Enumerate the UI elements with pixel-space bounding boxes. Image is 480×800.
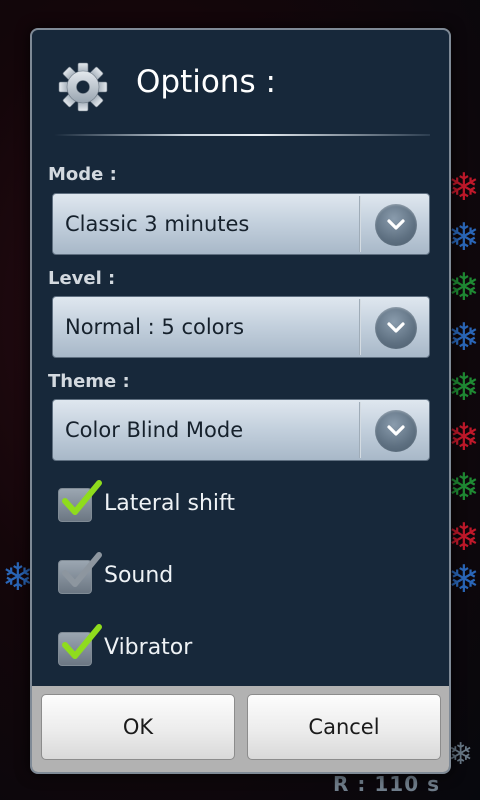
snowflake-icon: ❄ [448, 315, 480, 359]
checkmark-icon [62, 624, 102, 659]
level-dropdown[interactable]: Normal : 5 colors [52, 296, 430, 358]
theme-selected-value: Color Blind Mode [65, 418, 244, 442]
vibrator-option[interactable]: Vibrator [58, 624, 358, 670]
snowflake-icon: ❄ [448, 265, 480, 309]
dialog-header: Options : [32, 30, 449, 136]
sound-checkbox[interactable] [58, 552, 102, 594]
dropdown-separator [359, 196, 361, 252]
snowflake-icon: ❄ [448, 215, 480, 259]
mode-label: Mode : [48, 164, 117, 185]
header-divider [54, 134, 430, 136]
theme-dropdown[interactable]: Color Blind Mode [52, 399, 430, 461]
snowflake-icon: ❄ [448, 165, 480, 209]
checkmark-icon [62, 552, 102, 587]
checkmark-icon [62, 480, 102, 515]
options-dialog: Options : Mode : Classic 3 minutes Level… [30, 28, 451, 774]
cancel-button[interactable]: Cancel [247, 694, 441, 760]
snowflake-icon: ❄ [448, 557, 480, 601]
snowflake-icon: ❄ [448, 515, 480, 559]
vibrator-checkbox[interactable] [58, 624, 102, 666]
snowflake-icon: ❄ [448, 415, 480, 459]
lateral-shift-label: Lateral shift [104, 491, 236, 516]
round-timer: R : 110 s [333, 772, 440, 796]
mode-selected-value: Classic 3 minutes [65, 212, 250, 236]
snowflake-icon: ❄ [448, 737, 474, 772]
dialog-footer: OK Cancel [32, 686, 449, 772]
vibrator-label: Vibrator [104, 635, 193, 660]
gear-icon [58, 62, 108, 112]
level-label: Level : [48, 268, 116, 289]
dialog-title: Options : [136, 64, 276, 100]
chevron-down-icon[interactable] [375, 307, 417, 349]
lateral-shift-option[interactable]: Lateral shift [58, 480, 358, 526]
sound-option[interactable]: Sound [58, 552, 358, 598]
snowflake-icon: ❄ [448, 365, 480, 409]
chevron-down-icon[interactable] [375, 204, 417, 246]
theme-label: Theme : [48, 371, 130, 392]
chevron-down-icon[interactable] [375, 410, 417, 452]
mode-dropdown[interactable]: Classic 3 minutes [52, 193, 430, 255]
lateral-shift-checkbox[interactable] [58, 480, 102, 522]
snowflake-icon: ❄ [448, 465, 480, 509]
dropdown-separator [359, 402, 361, 458]
level-selected-value: Normal : 5 colors [65, 315, 245, 339]
dropdown-separator [359, 299, 361, 355]
sound-label: Sound [104, 563, 174, 588]
ok-button[interactable]: OK [41, 694, 235, 760]
